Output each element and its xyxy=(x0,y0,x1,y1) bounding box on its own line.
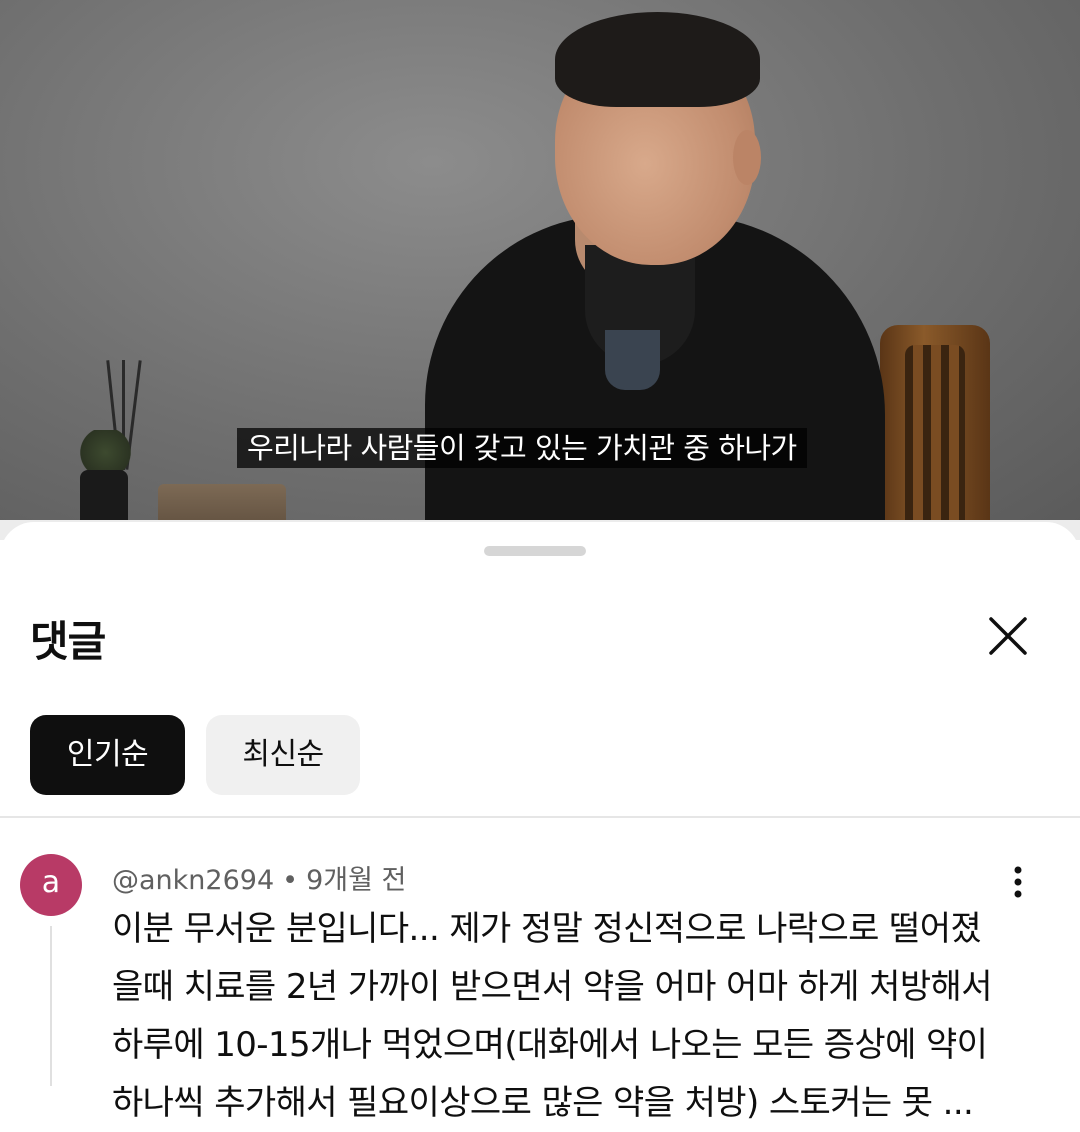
thread-line xyxy=(50,926,52,1086)
close-icon xyxy=(989,617,1027,655)
plant xyxy=(78,430,133,475)
comment-line: 하나씩 추가해서 필요이상으로 많은 약을 처방) 스토커는 못 ... xyxy=(112,1083,974,1123)
comment-line: 하루에 10-15개나 먹었으며(대화에서 나오는 모든 증상에 약이 xyxy=(112,1025,988,1065)
video-player[interactable]: 우리나라 사람들이 갖고 있는 가치관 중 하나가 xyxy=(0,0,1080,540)
close-button[interactable] xyxy=(982,610,1034,662)
speaker-ear xyxy=(733,130,761,185)
comments-sheet: 댓글 인기순 최신순 a @ankn2694 • 9개월 전 이분 무서운 분입니다… xyxy=(0,522,1080,1123)
speaker-shirt xyxy=(605,330,660,390)
avatar[interactable]: a xyxy=(20,854,82,916)
sort-tab-top[interactable]: 인기순 xyxy=(30,715,185,795)
more-options-button[interactable] xyxy=(1000,862,1036,902)
speaker-hair xyxy=(555,12,760,107)
sort-tab-newest[interactable]: 최신순 xyxy=(206,715,360,795)
comment-time: 9개월 전 xyxy=(306,865,407,896)
comment-line: 을때 치료를 2년 가까이 받으면서 약을 어마 어마 하게 처방해서 xyxy=(112,967,993,1007)
comments-title: 댓글 xyxy=(30,617,106,666)
video-subtitle: 우리나라 사람들이 갖고 있는 가치관 중 하나가 xyxy=(237,428,807,468)
comment-text: 이분 무서운 분입니다... 제가 정말 정신적으로 나락으로 떨어졌 을때 치… xyxy=(112,900,1012,1132)
comment-meta: @ankn2694 • 9개월 전 xyxy=(112,858,406,897)
sheet-drag-handle[interactable] xyxy=(484,546,586,556)
more-vert-icon xyxy=(1014,866,1022,898)
separator-dot: • xyxy=(282,865,299,896)
chair-back xyxy=(905,345,965,535)
comment-line: 이분 무서운 분입니다... 제가 정말 정신적으로 나락으로 떨어졌 xyxy=(112,909,982,949)
divider xyxy=(0,816,1080,818)
comment-author[interactable]: @ankn2694 xyxy=(112,865,274,896)
